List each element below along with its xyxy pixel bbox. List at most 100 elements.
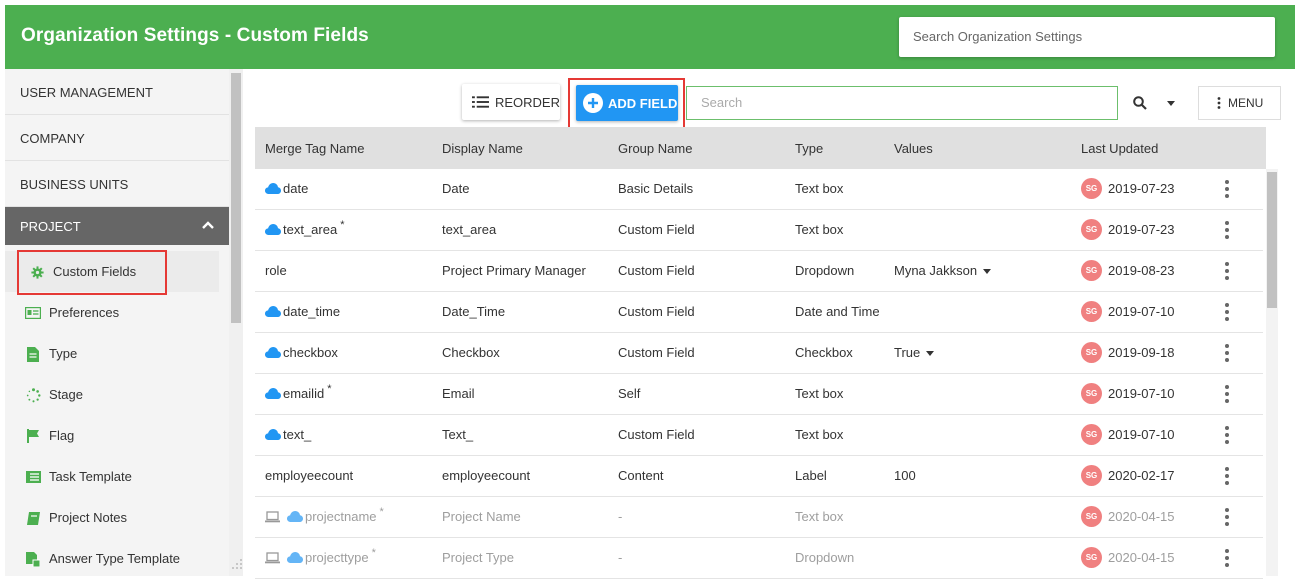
merge-tag-cell: checkbox — [265, 345, 338, 360]
caret-down-icon[interactable] — [926, 351, 935, 357]
table-row[interactable]: projectname * Project Name - Text box SG 2020-… — [255, 497, 1263, 538]
sidebar-item-type[interactable]: Type — [5, 333, 229, 374]
table-row[interactable]: projecttype * Project Type - Dropdown SG 2020-… — [255, 538, 1263, 579]
table-row[interactable]: text_area * text_area Custom Field Text box S… — [255, 210, 1263, 251]
merge-tag-text[interactable]: employeecount — [265, 468, 353, 483]
merge-tag-text[interactable]: text_area — [283, 222, 337, 237]
document-icon — [25, 346, 41, 362]
sidebar-item-task-template[interactable]: Task Template — [5, 456, 229, 497]
display-name-cell: Project Primary Manager — [442, 263, 586, 278]
cloud-icon — [287, 552, 303, 563]
table-row[interactable]: role Project Primary Manager Custom Field D… — [255, 251, 1263, 292]
sidebar-item-preferences[interactable]: Preferences — [5, 292, 229, 333]
last-updated-cell: SG 2019-07-23 — [1081, 178, 1175, 199]
sidebar-scrollbar[interactable] — [229, 69, 243, 576]
sidebar-item-company[interactable]: COMPANY — [5, 115, 229, 161]
values-cell[interactable]: True — [894, 345, 935, 360]
sidebar-scrollbar-thumb[interactable] — [231, 73, 241, 323]
reorder-button[interactable]: REORDER — [462, 84, 560, 120]
sidebar-item-project-notes[interactable]: Project Notes — [5, 497, 229, 538]
row-more-icon[interactable] — [1223, 385, 1231, 403]
merge-tag-text[interactable]: date_time — [283, 304, 340, 319]
group-name-cell: Custom Field — [618, 427, 695, 442]
type-cell: Text box — [795, 222, 844, 237]
chevron-up-icon[interactable] — [201, 218, 215, 232]
table-row[interactable]: checkbox Checkbox Custom Field Checkbox True… — [255, 333, 1263, 374]
sidebar-item-user-management[interactable]: USER MANAGEMENT — [5, 69, 229, 115]
column-header-values[interactable]: Values — [894, 141, 933, 156]
menu-label: MENU — [1228, 96, 1264, 110]
type-cell: Text box — [795, 181, 844, 196]
merge-tag-cell: text_ — [265, 427, 311, 442]
merge-tag-cell: date — [265, 181, 308, 196]
row-more-icon[interactable] — [1223, 303, 1231, 321]
type-cell: Date and Time — [795, 304, 880, 319]
row-more-icon[interactable] — [1223, 426, 1231, 444]
list-icon — [472, 96, 489, 108]
group-name-cell: Basic Details — [618, 181, 694, 196]
organization-search-input[interactable]: Search Organization Settings — [899, 17, 1275, 57]
menu-button[interactable]: MENU — [1198, 86, 1281, 120]
last-updated-cell: SG 2019-09-18 — [1081, 342, 1175, 363]
merge-tag-text[interactable]: emailid — [283, 386, 324, 401]
merge-tag-text[interactable]: date — [283, 181, 308, 196]
column-header-type[interactable]: Type — [795, 141, 823, 156]
row-more-icon[interactable] — [1223, 180, 1231, 198]
app-header: Organization Settings - Custom Fields Se… — [5, 5, 1295, 69]
table-row[interactable]: emailid * Email Self Text box SG 2019-07-10 — [255, 374, 1263, 415]
merge-tag-cell: role — [265, 263, 287, 278]
last-updated-date: 2019-07-10 — [1108, 386, 1175, 401]
merge-tag-text[interactable]: projectname — [305, 509, 377, 524]
avatar: SG — [1081, 506, 1102, 527]
column-header-group-name[interactable]: Group Name — [618, 141, 692, 156]
display-name-cell: Checkbox — [442, 345, 500, 360]
sidebar-item-stage[interactable]: Stage — [5, 374, 229, 415]
table-row[interactable]: text_ Text_ Custom Field Text box SG 2019-07-… — [255, 415, 1263, 456]
table-row[interactable]: employeecount employeecount Content Label 10… — [255, 456, 1263, 497]
last-updated-cell: SG 2020-02-17 — [1081, 465, 1175, 486]
reorder-label: REORDER — [494, 94, 560, 110]
required-asterisk: * — [371, 546, 376, 559]
merge-tag-text[interactable]: role — [265, 263, 287, 278]
search-button[interactable] — [1121, 86, 1183, 120]
type-cell: Label — [795, 468, 827, 483]
resize-handle-icon[interactable] — [231, 558, 243, 570]
sidebar-item-label: Flag — [49, 428, 75, 443]
avatar: SG — [1081, 383, 1102, 404]
column-header-last-updated[interactable]: Last Updated — [1081, 141, 1158, 156]
sidebar-item-answer-type-template[interactable]: Answer Type Template — [5, 538, 229, 576]
file-copy-icon — [25, 551, 41, 567]
table-row[interactable]: date Date Basic Details Text box SG 2019-07-2… — [255, 169, 1263, 210]
avatar: SG — [1081, 301, 1102, 322]
sidebar-item-project[interactable]: PROJECT — [5, 207, 229, 245]
row-more-icon[interactable] — [1223, 262, 1231, 280]
values-text: 100 — [894, 468, 916, 483]
column-header-merge-tag-name[interactable]: Merge Tag Name — [265, 141, 364, 156]
add-field-button[interactable]: ADD FIELD — [576, 85, 678, 121]
row-more-icon[interactable] — [1223, 467, 1231, 485]
column-header-display-name[interactable]: Display Name — [442, 141, 523, 156]
values-text: Myna Jakkson — [894, 263, 978, 278]
merge-tag-text[interactable]: projecttype — [305, 550, 369, 565]
values-cell[interactable]: Myna Jakkson — [894, 263, 992, 278]
merge-tag-text[interactable]: checkbox — [283, 345, 338, 360]
row-more-icon[interactable] — [1223, 508, 1231, 526]
sidebar-item-label: Answer Type Template — [49, 551, 181, 566]
sidebar-item-flag[interactable]: Flag — [5, 415, 229, 456]
last-updated-cell: SG 2019-08-23 — [1081, 260, 1175, 281]
table-row[interactable]: date_time Date_Time Custom Field Date and T… — [255, 292, 1263, 333]
row-more-icon[interactable] — [1223, 549, 1231, 567]
merge-tag-text[interactable]: text_ — [283, 427, 311, 442]
display-name-cell: Date_Time — [442, 304, 506, 319]
caret-down-icon[interactable] — [983, 269, 992, 275]
row-more-icon[interactable] — [1223, 221, 1231, 239]
table-scrollbar[interactable] — [1266, 169, 1278, 576]
group-name-cell: Custom Field — [618, 304, 695, 319]
field-search-input[interactable]: Search — [686, 86, 1118, 120]
sidebar-item-label: Type — [49, 346, 78, 361]
chevron-down-icon[interactable] — [1167, 100, 1175, 106]
id-card-icon — [25, 305, 41, 321]
sidebar-item-business-units[interactable]: BUSINESS UNITS — [5, 161, 229, 207]
table-scrollbar-thumb[interactable] — [1267, 172, 1277, 308]
row-more-icon[interactable] — [1223, 344, 1231, 362]
